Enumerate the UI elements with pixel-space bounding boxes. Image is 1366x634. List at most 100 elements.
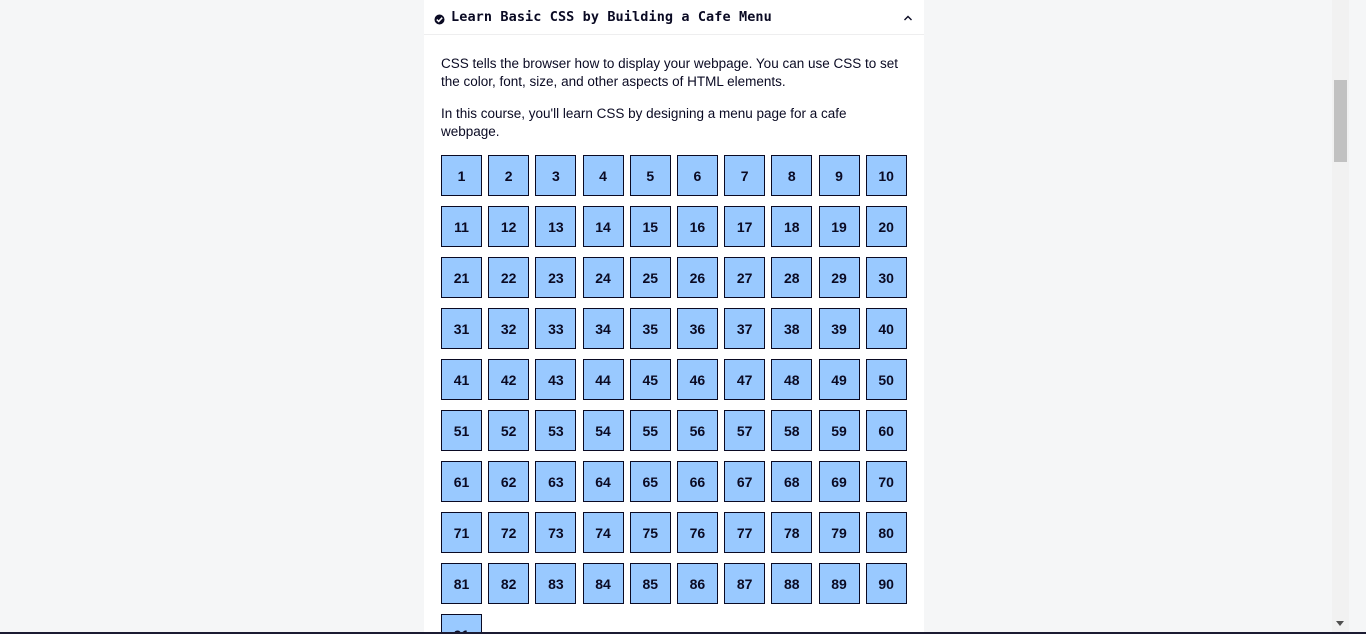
step-button[interactable]: 67 xyxy=(724,461,766,502)
step-button[interactable]: 13 xyxy=(535,206,577,247)
step-button[interactable]: 19 xyxy=(818,206,860,247)
step-button[interactable]: 61 xyxy=(441,461,482,502)
step-button[interactable]: 14 xyxy=(582,206,624,247)
step-button[interactable]: 56 xyxy=(676,410,718,451)
block-description: CSS tells the browser how to display you… xyxy=(424,35,924,141)
step-button[interactable]: 48 xyxy=(771,359,813,400)
block-title: Learn Basic CSS by Building a Cafe Menu xyxy=(451,9,772,25)
step-button[interactable]: 42 xyxy=(488,359,530,400)
step-button[interactable]: 73 xyxy=(535,512,577,553)
step-button[interactable]: 74 xyxy=(582,512,624,553)
step-button[interactable]: 87 xyxy=(724,563,766,604)
step-button[interactable]: 76 xyxy=(676,512,718,553)
check-circle-icon xyxy=(434,12,445,24)
step-button[interactable]: 27 xyxy=(724,257,766,298)
step-button[interactable]: 2 xyxy=(488,155,530,196)
step-button[interactable]: 43 xyxy=(535,359,577,400)
step-button[interactable]: 10 xyxy=(865,155,907,196)
vertical-scrollbar[interactable] xyxy=(1332,0,1349,632)
step-button[interactable]: 58 xyxy=(771,410,813,451)
step-button[interactable]: 35 xyxy=(629,308,671,349)
step-button[interactable]: 68 xyxy=(771,461,813,502)
step-button[interactable]: 11 xyxy=(441,206,482,247)
step-button[interactable]: 51 xyxy=(441,410,482,451)
step-button[interactable]: 79 xyxy=(818,512,860,553)
step-button[interactable]: 21 xyxy=(441,257,482,298)
step-button[interactable]: 90 xyxy=(865,563,907,604)
step-button[interactable]: 54 xyxy=(582,410,624,451)
step-button[interactable]: 80 xyxy=(865,512,907,553)
step-button[interactable]: 18 xyxy=(771,206,813,247)
step-button[interactable]: 36 xyxy=(676,308,718,349)
step-button[interactable]: 66 xyxy=(676,461,718,502)
step-button[interactable]: 25 xyxy=(629,257,671,298)
step-button[interactable]: 5 xyxy=(629,155,671,196)
step-button[interactable]: 1 xyxy=(441,155,482,196)
step-button[interactable]: 26 xyxy=(676,257,718,298)
step-button[interactable]: 7 xyxy=(724,155,766,196)
step-button[interactable]: 78 xyxy=(771,512,813,553)
step-button[interactable]: 85 xyxy=(629,563,671,604)
step-button[interactable]: 55 xyxy=(629,410,671,451)
caret-up-icon[interactable] xyxy=(902,11,914,23)
step-button[interactable]: 64 xyxy=(582,461,624,502)
step-button[interactable]: 6 xyxy=(676,155,718,196)
step-button[interactable]: 34 xyxy=(582,308,624,349)
step-button[interactable]: 84 xyxy=(582,563,624,604)
step-button[interactable]: 63 xyxy=(535,461,577,502)
block-header-toggle[interactable]: Learn Basic CSS by Building a Cafe Menu xyxy=(424,0,924,35)
step-button[interactable]: 71 xyxy=(441,512,482,553)
step-button[interactable]: 50 xyxy=(865,359,907,400)
step-button[interactable]: 3 xyxy=(535,155,577,196)
step-button[interactable]: 32 xyxy=(488,308,530,349)
step-button[interactable]: 8 xyxy=(771,155,813,196)
step-button[interactable]: 4 xyxy=(582,155,624,196)
step-button[interactable]: 82 xyxy=(488,563,530,604)
step-grid: 1 2 3 4 5 6 7 8 9 10 11 12 13 14 15 16 17 18 19 20 21 22 23 24 2… xyxy=(441,155,911,632)
step-button[interactable]: 83 xyxy=(535,563,577,604)
step-button[interactable]: 44 xyxy=(582,359,624,400)
step-button[interactable]: 16 xyxy=(676,206,718,247)
step-button[interactable]: 81 xyxy=(441,563,482,604)
step-button[interactable]: 30 xyxy=(865,257,907,298)
step-button[interactable]: 65 xyxy=(629,461,671,502)
step-button[interactable]: 33 xyxy=(535,308,577,349)
step-button[interactable]: 39 xyxy=(818,308,860,349)
step-button[interactable]: 62 xyxy=(488,461,530,502)
step-button[interactable]: 52 xyxy=(488,410,530,451)
step-button[interactable]: 9 xyxy=(818,155,860,196)
scrollbar-thumb[interactable] xyxy=(1334,80,1347,162)
step-button[interactable]: 45 xyxy=(629,359,671,400)
step-button[interactable]: 60 xyxy=(865,410,907,451)
step-button[interactable]: 23 xyxy=(535,257,577,298)
step-button[interactable]: 70 xyxy=(865,461,907,502)
step-button[interactable]: 75 xyxy=(629,512,671,553)
step-button[interactable]: 41 xyxy=(441,359,482,400)
step-button[interactable]: 22 xyxy=(488,257,530,298)
step-button[interactable]: 40 xyxy=(865,308,907,349)
step-button[interactable]: 47 xyxy=(724,359,766,400)
step-button[interactable]: 59 xyxy=(818,410,860,451)
step-button[interactable]: 77 xyxy=(724,512,766,553)
step-button[interactable]: 57 xyxy=(724,410,766,451)
step-button[interactable]: 12 xyxy=(488,206,530,247)
step-button[interactable]: 28 xyxy=(771,257,813,298)
step-button[interactable]: 86 xyxy=(676,563,718,604)
step-button[interactable]: 46 xyxy=(676,359,718,400)
step-button[interactable]: 49 xyxy=(818,359,860,400)
step-button[interactable]: 17 xyxy=(724,206,766,247)
step-button[interactable]: 72 xyxy=(488,512,530,553)
step-button[interactable]: 37 xyxy=(724,308,766,349)
step-button[interactable]: 53 xyxy=(535,410,577,451)
step-button[interactable]: 91 xyxy=(441,614,482,632)
step-button[interactable]: 31 xyxy=(441,308,482,349)
step-button[interactable]: 15 xyxy=(629,206,671,247)
step-button[interactable]: 38 xyxy=(771,308,813,349)
step-button[interactable]: 20 xyxy=(865,206,907,247)
scroll-down-arrow-icon[interactable] xyxy=(1336,621,1344,626)
step-button[interactable]: 89 xyxy=(818,563,860,604)
step-button[interactable]: 24 xyxy=(582,257,624,298)
step-button[interactable]: 69 xyxy=(818,461,860,502)
step-button[interactable]: 29 xyxy=(818,257,860,298)
step-button[interactable]: 88 xyxy=(771,563,813,604)
